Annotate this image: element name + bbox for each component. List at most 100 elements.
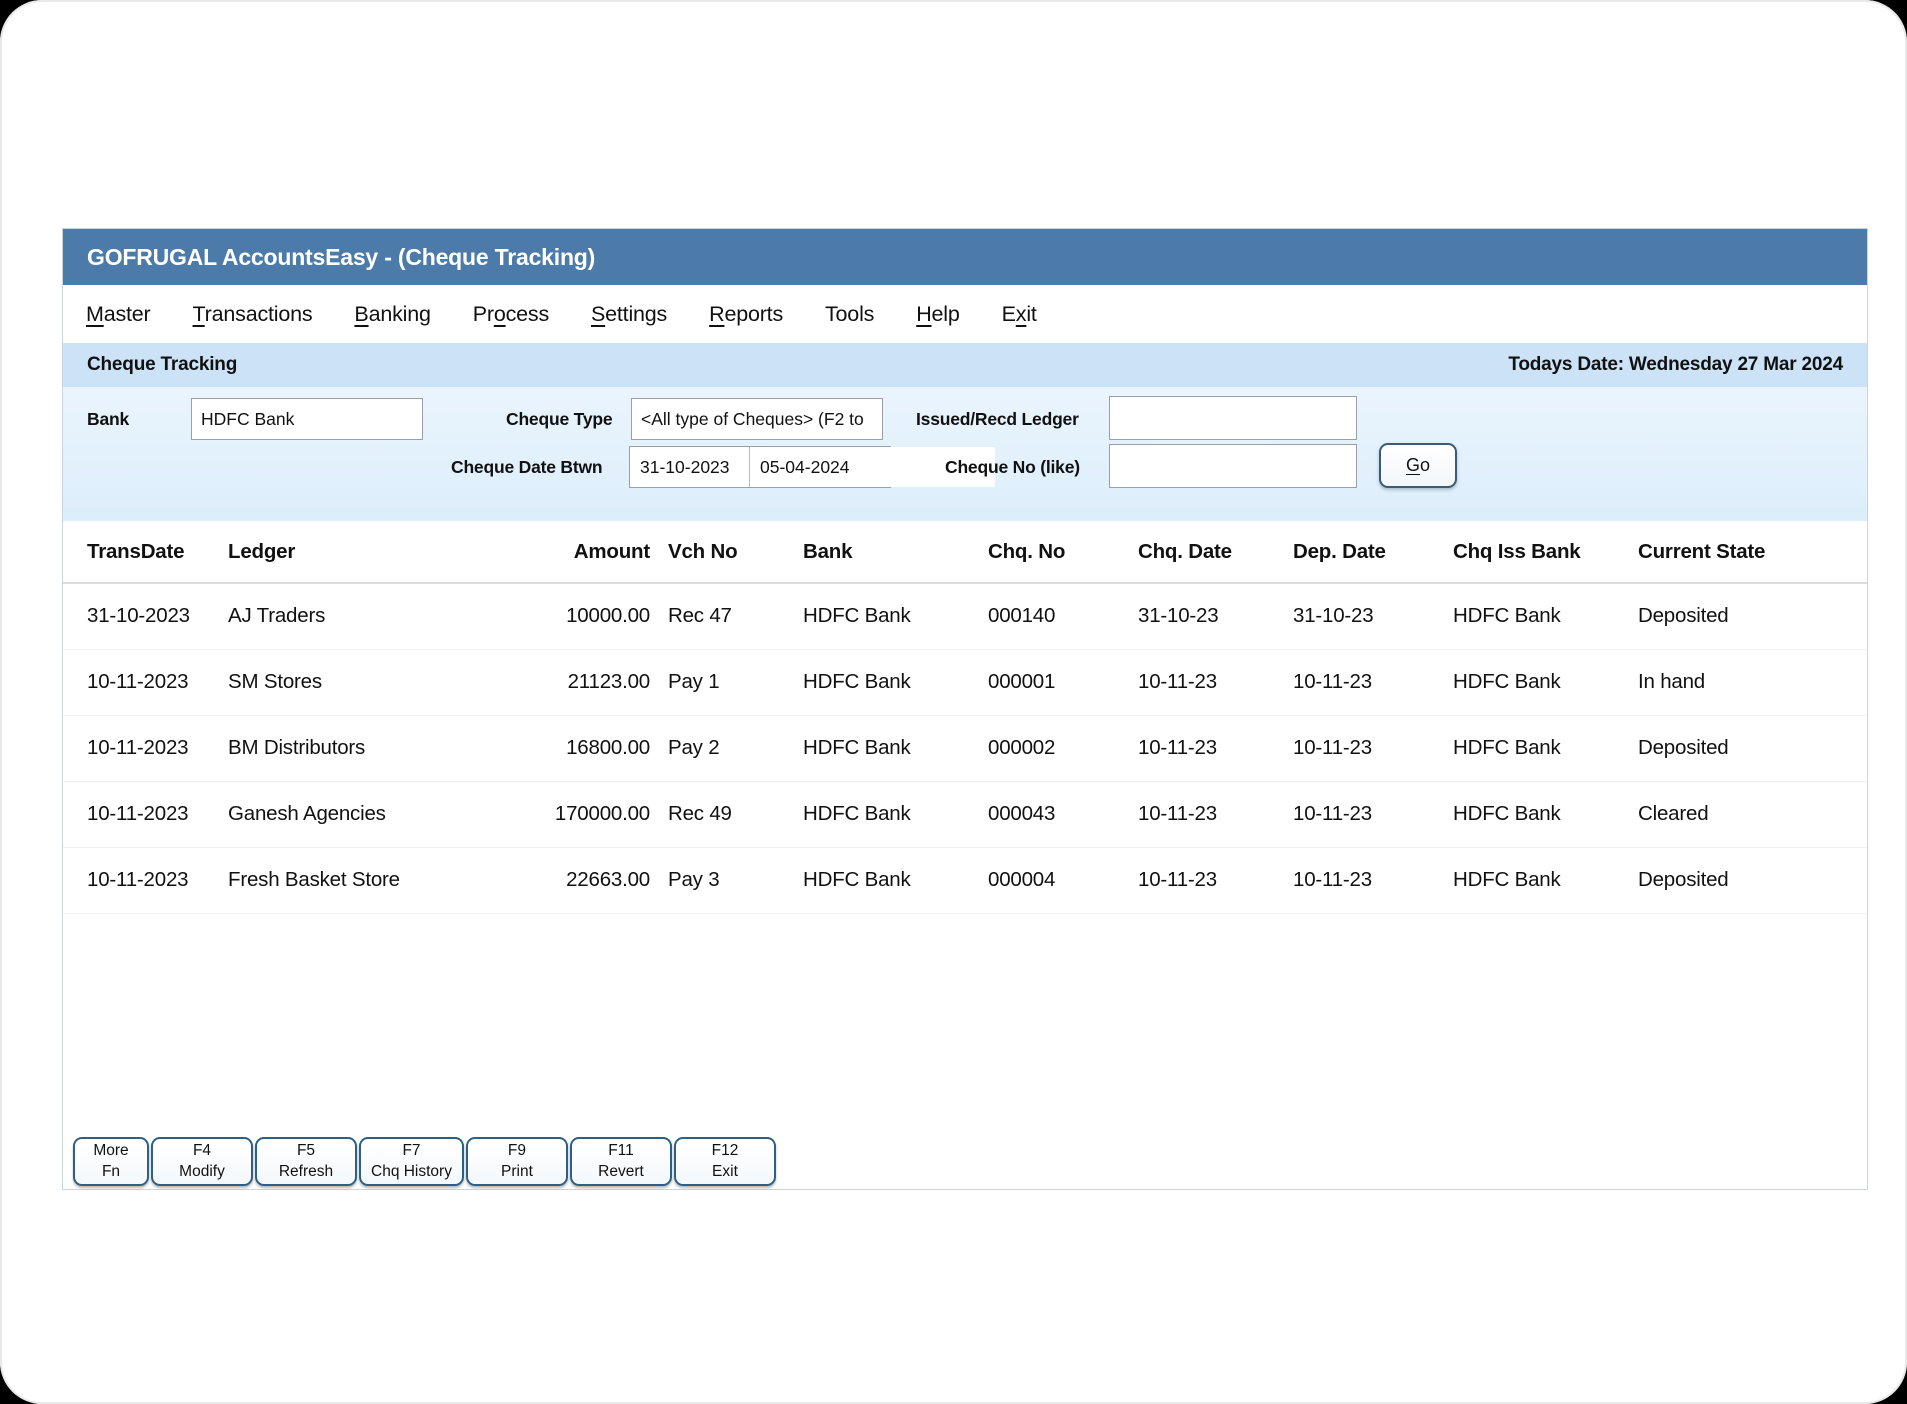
table-cell: HDFC Bank: [803, 847, 988, 913]
table-cell: HDFC Bank: [803, 715, 988, 781]
cheque-table: TransDateLedgerAmountVch NoBankChq. NoCh…: [63, 521, 1867, 914]
table-cell: 10-11-2023: [63, 649, 228, 715]
table-cell: Rec 49: [668, 781, 803, 847]
table-cell: Ganesh Agencies: [228, 781, 518, 847]
table-cell: 31-10-23: [1293, 583, 1453, 649]
table-cell: 000001: [988, 649, 1138, 715]
fn-button-f12-exit[interactable]: F12Exit: [674, 1137, 776, 1186]
menu-item-process[interactable]: Process: [452, 296, 570, 333]
fn-button-f4-modify[interactable]: F4Modify: [151, 1137, 253, 1186]
page-background: GOFRUGAL AccountsEasy - (Cheque Tracking…: [0, 0, 1907, 1404]
fn-button-f9-print[interactable]: F9Print: [466, 1137, 568, 1186]
table-cell: Fresh Basket Store: [228, 847, 518, 913]
go-rest: o: [1420, 455, 1430, 475]
table-cell: Rec 47: [668, 583, 803, 649]
fn-button-f11-revert[interactable]: F11Revert: [570, 1137, 672, 1186]
menu-item-settings[interactable]: Settings: [570, 296, 688, 333]
menu-item-transactions[interactable]: Transactions: [172, 296, 334, 333]
column-header-chq-date: Chq. Date: [1138, 521, 1293, 583]
go-button[interactable]: Go: [1379, 443, 1457, 488]
table-cell: 22663.00: [518, 847, 668, 913]
table-cell: BM Distributors: [228, 715, 518, 781]
table-cell: Pay 3: [668, 847, 803, 913]
table-cell: HDFC Bank: [1453, 715, 1638, 781]
menu-item-exit[interactable]: Exit: [981, 296, 1058, 333]
table-row[interactable]: 10-11-2023SM Stores21123.00Pay 1HDFC Ban…: [63, 649, 1867, 715]
table-cell: 10-11-23: [1138, 781, 1293, 847]
menu-item-master[interactable]: Master: [65, 296, 172, 333]
table-cell: 10-11-23: [1293, 781, 1453, 847]
table-cell: 10-11-23: [1138, 649, 1293, 715]
menu-item-reports[interactable]: Reports: [688, 296, 804, 333]
table-cell: 000140: [988, 583, 1138, 649]
table-cell: Cleared: [1638, 781, 1867, 847]
title-bar: GOFRUGAL AccountsEasy - (Cheque Tracking…: [63, 229, 1867, 285]
table-cell: Deposited: [1638, 715, 1867, 781]
table-row[interactable]: 10-11-2023Fresh Basket Store22663.00Pay …: [63, 847, 1867, 913]
menu-item-help[interactable]: Help: [895, 296, 980, 333]
table-cell: Deposited: [1638, 583, 1867, 649]
table-row[interactable]: 10-11-2023Ganesh Agencies170000.00Rec 49…: [63, 781, 1867, 847]
table-cell: 10-11-23: [1138, 715, 1293, 781]
table-cell: In hand: [1638, 649, 1867, 715]
column-header-transdate: TransDate: [63, 521, 228, 583]
filter-panel: Bank Cheque Type Issued/Recd Ledger Cheq…: [63, 387, 1867, 521]
go-accel: G: [1406, 455, 1420, 475]
table-cell: 21123.00: [518, 649, 668, 715]
cheque-no-input[interactable]: [1109, 444, 1357, 488]
table-cell: 10-11-23: [1293, 847, 1453, 913]
table-cell: 000002: [988, 715, 1138, 781]
column-header-chq-iss-bank: Chq Iss Bank: [1453, 521, 1638, 583]
table-cell: 16800.00: [518, 715, 668, 781]
screenshot-canvas: GOFRUGAL AccountsEasy - (Cheque Tracking…: [0, 0, 1907, 1404]
table-cell: 31-10-23: [1138, 583, 1293, 649]
menu-item-banking[interactable]: Banking: [333, 296, 451, 333]
table-cell: HDFC Bank: [1453, 649, 1638, 715]
table-cell: 10-11-23: [1293, 715, 1453, 781]
table-header-row: TransDateLedgerAmountVch NoBankChq. NoCh…: [63, 521, 1867, 583]
date-from-input[interactable]: [630, 447, 750, 487]
cheque-type-label: Cheque Type: [506, 409, 612, 430]
table-cell: 31-10-2023: [63, 583, 228, 649]
table-cell: Pay 2: [668, 715, 803, 781]
table-cell: HDFC Bank: [803, 649, 988, 715]
window-title: GOFRUGAL AccountsEasy - (Cheque Tracking…: [87, 244, 595, 271]
bank-label: Bank: [87, 409, 129, 430]
fn-button-f7-chq-history[interactable]: F7Chq History: [359, 1137, 464, 1186]
issued-recd-ledger-label: Issued/Recd Ledger: [916, 409, 1079, 430]
column-header-dep-date: Dep. Date: [1293, 521, 1453, 583]
table-cell: HDFC Bank: [1453, 847, 1638, 913]
app-window: GOFRUGAL AccountsEasy - (Cheque Tracking…: [62, 228, 1868, 1190]
column-header-ledger: Ledger: [228, 521, 518, 583]
table-row[interactable]: 31-10-2023AJ Traders10000.00Rec 47HDFC B…: [63, 583, 1867, 649]
cheque-no-label: Cheque No (like): [945, 457, 1080, 478]
column-header-vch-no: Vch No: [668, 521, 803, 583]
menu-bar: MasterTransactionsBankingProcessSettings…: [63, 285, 1867, 343]
table-cell: 10-11-2023: [63, 847, 228, 913]
table-cell: SM Stores: [228, 649, 518, 715]
table-cell: 10-11-23: [1293, 649, 1453, 715]
cheque-date-btwn-label: Cheque Date Btwn: [451, 457, 602, 478]
bank-input[interactable]: [191, 398, 423, 440]
menu-item-tools[interactable]: Tools: [804, 296, 895, 333]
issued-recd-ledger-input[interactable]: [1109, 396, 1357, 440]
table-cell: HDFC Bank: [1453, 583, 1638, 649]
table-cell: 170000.00: [518, 781, 668, 847]
column-header-amount: Amount: [518, 521, 668, 583]
table-cell: 000043: [988, 781, 1138, 847]
table-row[interactable]: 10-11-2023BM Distributors16800.00Pay 2HD…: [63, 715, 1867, 781]
table-cell: Pay 1: [668, 649, 803, 715]
column-header-bank: Bank: [803, 521, 988, 583]
table-cell: 000004: [988, 847, 1138, 913]
cheque-type-input[interactable]: [631, 398, 883, 440]
cheque-date-range: [629, 446, 891, 488]
subheader-bar: Cheque Tracking Todays Date: Wednesday 2…: [63, 343, 1867, 387]
todays-date: Todays Date: Wednesday 27 Mar 2024: [1508, 354, 1843, 376]
table-cell: HDFC Bank: [803, 583, 988, 649]
fn-button-more-fn[interactable]: MoreFn: [73, 1137, 149, 1186]
table-cell: AJ Traders: [228, 583, 518, 649]
table-cell: HDFC Bank: [803, 781, 988, 847]
column-header-chq-no: Chq. No: [988, 521, 1138, 583]
fn-button-f5-refresh[interactable]: F5Refresh: [255, 1137, 357, 1186]
table-cell: Deposited: [1638, 847, 1867, 913]
